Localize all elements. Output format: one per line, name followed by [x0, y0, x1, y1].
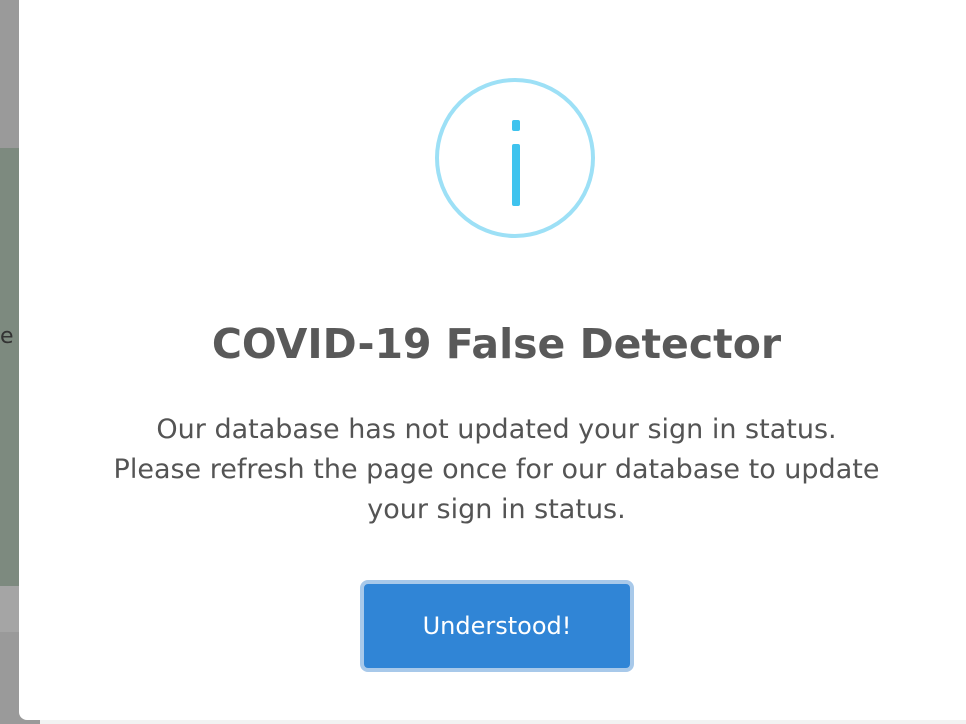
modal-title: COVID-19 False Detector [211, 320, 782, 368]
understood-button[interactable]: Understood! [360, 580, 634, 672]
modal-message: Our database has not updated your sign i… [113, 414, 880, 525]
background-text: e [0, 324, 14, 349]
alert-modal: COVID-19 False Detector Our database has… [19, 0, 966, 720]
info-icon [435, 78, 595, 238]
info-icon-stem [512, 144, 520, 206]
info-icon-dot [512, 120, 520, 131]
